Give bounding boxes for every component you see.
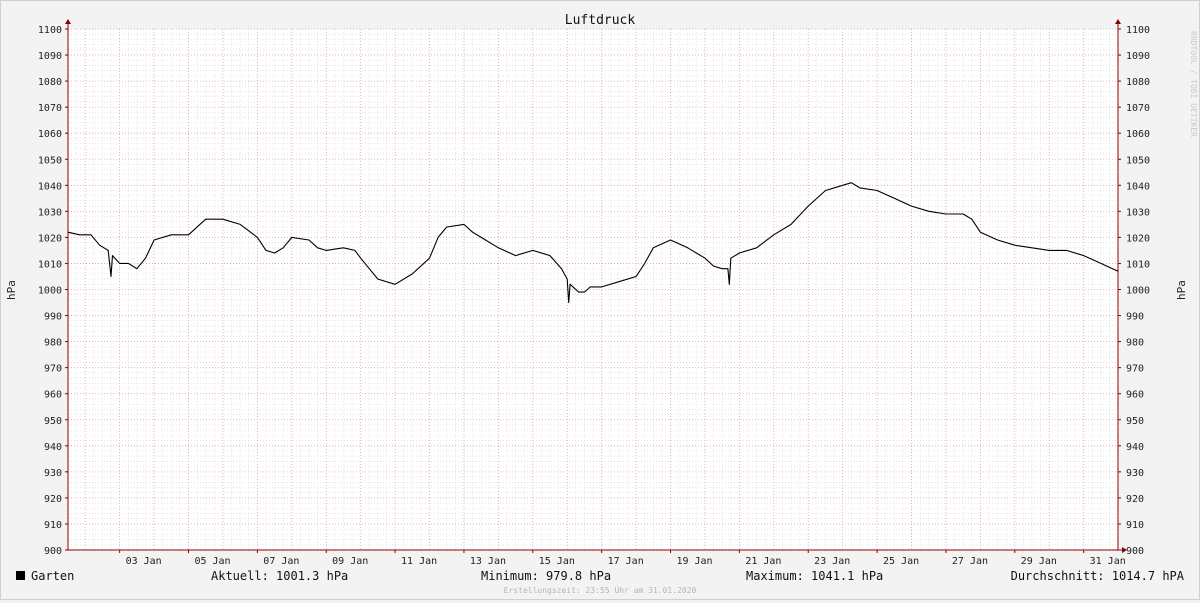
y-tick-label-left: 1100 [38,25,62,36]
y-tick-label-right: 1090 [1126,51,1150,62]
y-axis-left-labels: 900 910 920 930 940 950 960 970 980 990 1000 1010 10… [38,25,62,557]
y-tick-label-right: 1050 [1126,155,1150,166]
y-tick-label-left: 1010 [38,259,62,270]
stat-minimum: Minimum: 979.8 hPa [481,569,611,583]
y-tick-label-left: 1050 [38,155,62,166]
plot-area [65,19,1127,553]
y-tick-label-right: 1000 [1126,286,1150,297]
y-tick-label-right: 960 [1126,390,1144,401]
y-axis-left-arrow [65,19,71,24]
y-tick-label-left: 970 [44,364,62,375]
y-tick-label-right: 1100 [1126,25,1150,36]
y-tick-label-right: 1020 [1126,233,1150,244]
y-tick-label-left: 900 [44,546,62,557]
stat-current: Aktuell: 1001.3 hPa [211,569,348,583]
x-tick-label: 31 Jan [1090,556,1126,567]
y-tick-label-left: 940 [44,442,62,453]
y-tick-label-right: 920 [1126,494,1144,505]
y-tick-label-right: 1040 [1126,181,1150,192]
chart-frame: Luftdruck RRDTOOL / TOBI OETIKER 900 910 9… [0,0,1200,600]
footer-timestamp: Erstellungszeit: 23:55 Uhr am 31.01.2020 [504,586,697,595]
legend-label: Garten [31,569,74,583]
x-tick-label: 09 Jan [332,556,368,567]
x-tick-label: 19 Jan [676,556,712,567]
stat-maximum: Maximum: 1041.1 hPa [746,569,883,583]
x-tick-label: 23 Jan [814,556,850,567]
y-tick-label-right: 910 [1126,520,1144,531]
legend-swatch [16,571,25,580]
y-tick-label-right: 1070 [1126,103,1150,114]
pressure-chart: Luftdruck RRDTOOL / TOBI OETIKER 9009109… [5,13,1198,595]
y-tick-label-right: 1010 [1126,259,1150,270]
y-tick-label-right: 1030 [1126,207,1150,218]
y-tick-label-left: 1000 [38,286,62,297]
y-tick-label-left: 1030 [38,207,62,218]
x-tick-label: 07 Jan [263,556,299,567]
y-tick-label-left: 930 [44,468,62,479]
x-tick-label: 15 Jan [539,556,575,567]
y-tick-label-right: 940 [1126,442,1144,453]
y-tick-label-left: 1090 [38,51,62,62]
x-axis-labels: 03 Jan 05 Jan 07 Jan 09 Jan 11 Jan 13 Jan 15 J… [126,556,1126,567]
y-tick-label-right: 990 [1126,312,1144,323]
y-tick-label-right: 930 [1126,468,1144,479]
chart-title: Luftdruck [565,13,636,28]
x-tick-label: 21 Jan [745,556,781,567]
y-tick-label-left: 1080 [38,77,62,88]
x-tick-label: 11 Jan [401,556,437,567]
y-tick-label-right: 1060 [1126,129,1150,140]
y-axis-right-labels: 900 910 920 930 940 950 960 970 980 990 1000 1010 10… [1126,25,1150,557]
x-tick-label: 25 Jan [883,556,919,567]
rrdtool-watermark: RRDTOOL / TOBI OETIKER [1189,31,1198,137]
y-tick-label-left: 1070 [38,103,62,114]
y-tick-label-left: 910 [44,520,62,531]
y-tick-label-left: 990 [44,312,62,323]
y-tick-label-right: 970 [1126,364,1144,375]
y-tick-label-right: 900 [1126,546,1144,557]
y-tick-label-left: 980 [44,338,62,349]
y-tick-label-left: 1060 [38,129,62,140]
y-axis-right-arrow [1115,19,1121,24]
y-tick-label-left: 950 [44,416,62,427]
x-tick-label: 05 Jan [194,556,230,567]
y-tick-label-left: 960 [44,390,62,401]
y-axis-title-right: hPa [1175,280,1188,300]
x-tick-label: 27 Jan [952,556,988,567]
x-tick-label: 03 Jan [126,556,162,567]
y-tick-label-right: 1080 [1126,77,1150,88]
y-tick-label-left: 920 [44,494,62,505]
y-tick-label-left: 1020 [38,233,62,244]
x-tick-label: 13 Jan [470,556,506,567]
y-tick-label-right: 950 [1126,416,1144,427]
y-tick-label-right: 980 [1126,338,1144,349]
stat-average: Durchschnitt: 1014.7 hPA [1011,569,1185,583]
x-tick-label: 17 Jan [608,556,644,567]
x-tick-label: 29 Jan [1021,556,1057,567]
y-tick-label-left: 1040 [38,181,62,192]
y-axis-title-left: hPa [5,280,18,300]
